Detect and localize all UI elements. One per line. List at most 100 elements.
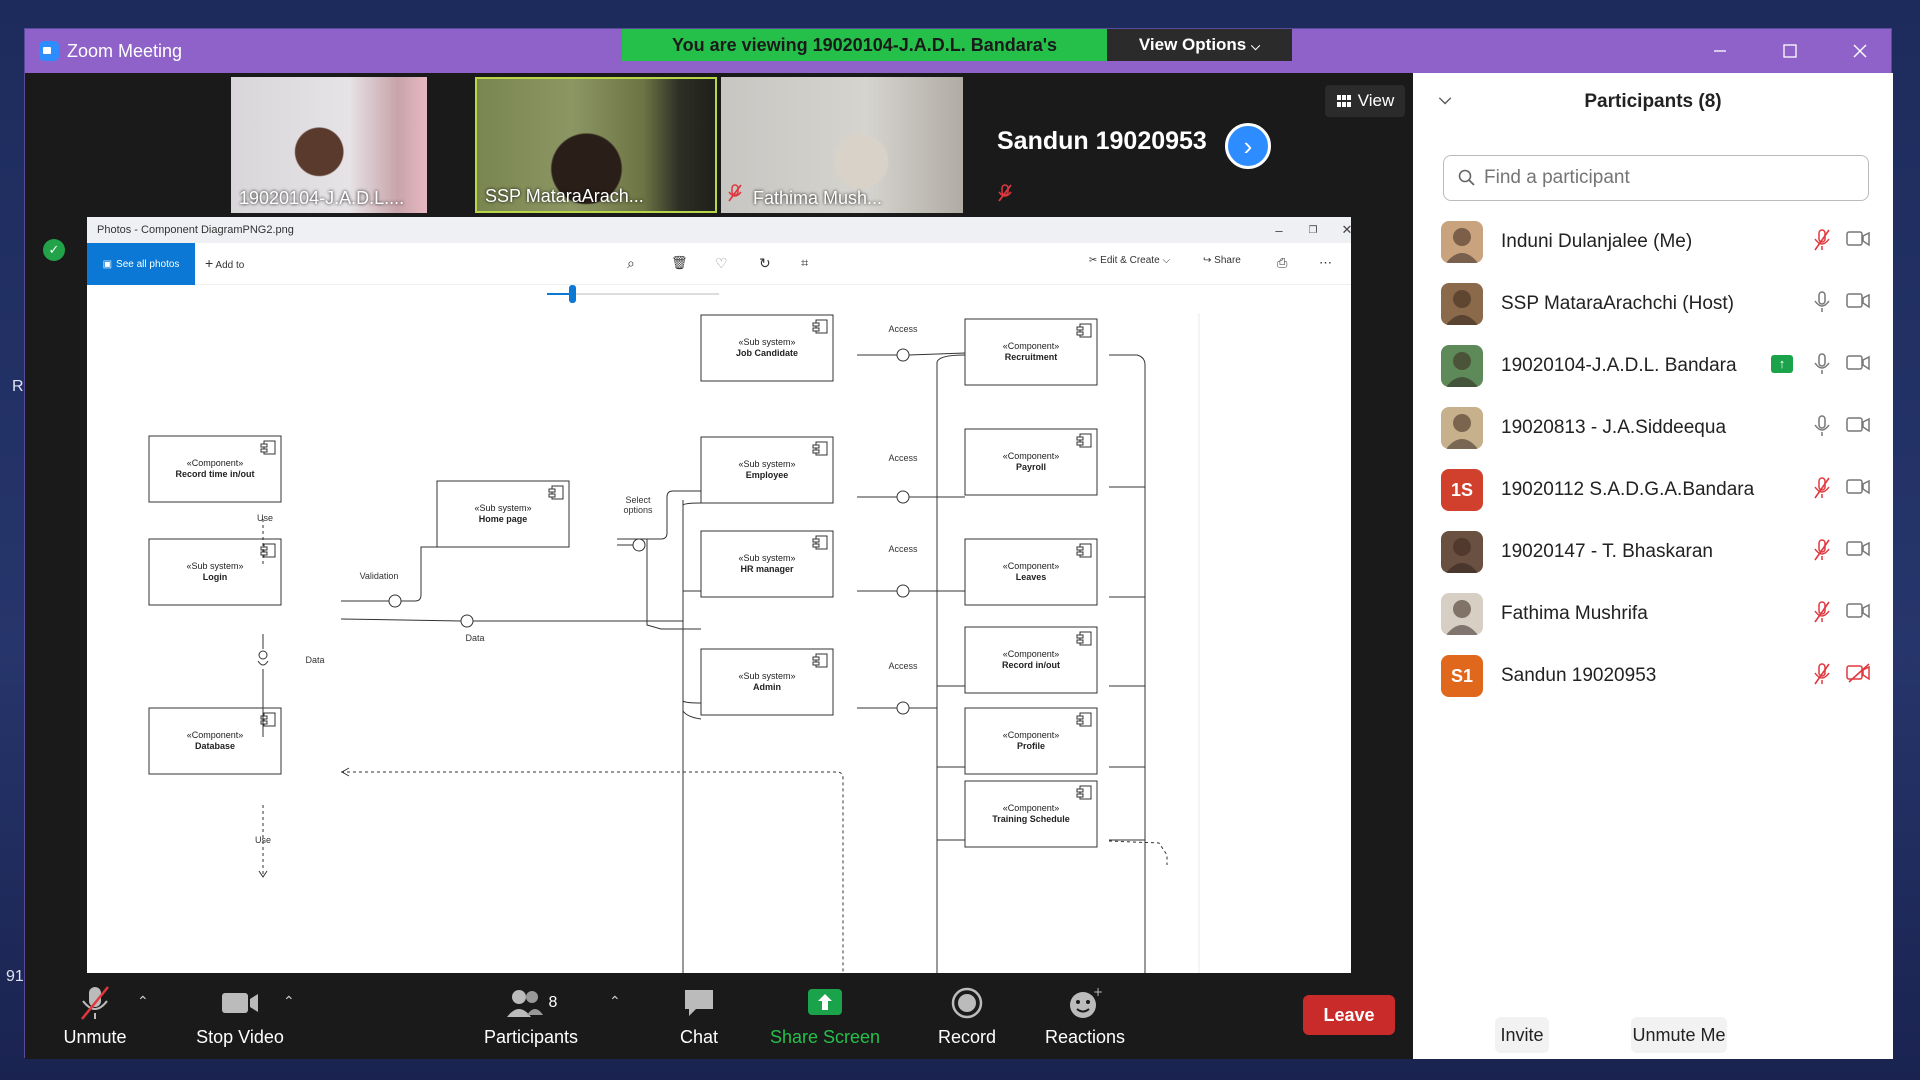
crop-icon[interactable]: ⌗ (801, 255, 808, 271)
diagram-box: «Sub system»Job Candidate (700, 314, 834, 382)
participant-name: 19020813 - J.A.Siddeequa (1501, 417, 1727, 438)
maximize-icon (1783, 44, 1797, 58)
participants-panel: ⌵ Participants (8) Induni Dulanjalee (Me… (1413, 73, 1893, 1059)
more-icon[interactable]: ⋯ (1319, 255, 1332, 271)
photos-window-title: Photos - Component DiagramPNG2.png (97, 224, 294, 236)
close-icon (1853, 44, 1867, 58)
participants-icon (506, 990, 543, 1017)
avatar (1441, 407, 1483, 449)
photos-toolbar: ▣ See all photos + Add to ⌕ 🗑 ♡ ↻ ⌗ ✂ Ed… (87, 243, 1351, 285)
print-icon[interactable]: ⎙ (1277, 255, 1287, 271)
participant-row[interactable]: Induni Dulanjalee (Me) (1413, 211, 1893, 273)
participant-row[interactable]: S1 Sandun 19020953 (1413, 645, 1893, 707)
add-to-button[interactable]: + Add to (205, 255, 244, 271)
photos-titlebar: Photos - Component DiagramPNG2.png – ❐ ✕ (87, 217, 1351, 243)
video-options-caret[interactable]: ⌃ (283, 993, 295, 1010)
photos-close-icon[interactable]: ✕ (1327, 217, 1351, 243)
collapse-panel-icon[interactable]: ⌵ (1439, 91, 1451, 109)
video-thumbnail[interactable]: Fathima Mush... (721, 77, 963, 213)
participants-count: 8 (548, 994, 558, 1011)
chat-button[interactable]: Chat (669, 983, 729, 1048)
box-name: Training Schedule (992, 814, 1070, 824)
photos-icon: ▣ (102, 258, 113, 270)
participant-row[interactable]: 19020104-J.A.D.L. Bandara ↑ (1413, 335, 1893, 397)
invite-button[interactable]: Invite (1495, 1017, 1549, 1053)
diagram-box: «Component»Record in/out (964, 626, 1098, 694)
connector-label: Use (257, 513, 273, 523)
box-name: Home page (479, 514, 528, 524)
encryption-shield-icon[interactable]: ✓ (43, 239, 65, 261)
video-thumbnail[interactable]: 19020104-J.A.D.L.... (231, 77, 427, 213)
delete-icon[interactable]: 🗑 (671, 255, 688, 271)
avatar (1441, 531, 1483, 573)
edit-create-button[interactable]: ✂ Edit & Create ⌵ (1089, 255, 1170, 266)
box-name: Leaves (1016, 572, 1047, 582)
maximize-button[interactable] (1755, 29, 1825, 73)
share-screen-button[interactable]: Share Screen (767, 983, 883, 1048)
diagram-box: «Component»Training Schedule (964, 780, 1098, 848)
box-stereotype: «Sub system» (474, 503, 531, 513)
unmute-me-button[interactable]: Unmute Me (1631, 1017, 1727, 1053)
connector-label: Access (888, 661, 918, 671)
window-title: Zoom Meeting (67, 40, 183, 61)
participant-row[interactable]: 19020147 - T. Bhaskaran (1413, 521, 1893, 583)
mic-muted-icon (1813, 601, 1831, 628)
participant-name: Induni Dulanjalee (Me) (1501, 231, 1693, 252)
favorite-icon[interactable]: ♡ (715, 255, 728, 272)
zoom-window: Zoom Meeting You are viewing 19020104-J.… (24, 28, 1895, 1059)
participants-button[interactable]: 8 Participants (481, 983, 581, 1048)
connector-label: Access (888, 544, 918, 554)
connector-label: Validation (360, 571, 399, 581)
participant-row[interactable]: Fathima Mushrifa (1413, 583, 1893, 645)
share-button[interactable]: ↪ Share (1203, 255, 1241, 266)
avatar (1441, 593, 1483, 635)
box-name: Employee (746, 470, 789, 480)
participant-row[interactable]: 1S 19020112 S.A.D.G.A.Bandara (1413, 459, 1893, 521)
box-stereotype: «Sub system» (738, 337, 795, 347)
video-camera-icon (1845, 291, 1871, 316)
see-all-photos-button[interactable]: ▣ See all photos (87, 243, 195, 285)
minimize-button[interactable] (1685, 29, 1755, 73)
minimize-icon (1714, 50, 1726, 52)
unmute-button[interactable]: Unmute (55, 983, 135, 1048)
rotate-icon[interactable]: ↻ (759, 255, 771, 272)
view-button[interactable]: View (1325, 85, 1405, 117)
video-thumbnail-avatar[interactable]: Sandun 19020953 (967, 77, 1209, 213)
next-page-button[interactable]: › (1225, 123, 1271, 169)
participant-name: Sandun 19020953 (1501, 665, 1657, 686)
audio-options-caret[interactable]: ⌃ (137, 993, 149, 1010)
video-camera-icon (1845, 601, 1871, 626)
avatar (1441, 345, 1483, 387)
thumbnail-name: SSP MataraArach... (485, 186, 644, 206)
search-icon (1458, 169, 1475, 186)
diagram-box: «Component»Payroll (964, 428, 1098, 496)
participant-search-box[interactable] (1443, 155, 1869, 201)
thumbnail-name: 19020104-J.A.D.L.... (239, 188, 405, 208)
view-options-button[interactable]: View Options ⌵ (1107, 29, 1292, 61)
close-button[interactable] (1825, 29, 1895, 73)
participant-row[interactable]: SSP MataraArachchi (Host) (1413, 273, 1893, 335)
participant-row[interactable]: 19020813 - J.A.Siddeequa (1413, 397, 1893, 459)
box-stereotype: «Component» (1003, 451, 1060, 461)
zoom-in-icon[interactable]: ⌕ (627, 255, 635, 272)
mic-icon (1813, 415, 1831, 442)
video-thumbnail-active-speaker[interactable]: SSP MataraArach... (475, 77, 717, 213)
record-button[interactable]: Record (927, 983, 1007, 1048)
box-name: Record in/out (1002, 660, 1060, 670)
reactions-label: Reactions (1044, 1027, 1126, 1047)
participant-search-input[interactable] (1484, 167, 1864, 189)
stop-video-button[interactable]: Stop Video (185, 983, 295, 1048)
box-stereotype: «Component» (1003, 341, 1060, 351)
reactions-button[interactable]: + Reactions (1035, 983, 1135, 1048)
thumbnail-display-name: Sandun 19020953 (997, 127, 1207, 155)
chevron-down-icon: ⌵ (1251, 39, 1261, 53)
connector-label: Data (305, 655, 324, 665)
participants-options-caret[interactable]: ⌃ (609, 993, 621, 1010)
shared-screen: Photos - Component DiagramPNG2.png – ❐ ✕… (87, 217, 1351, 979)
avatar (1441, 221, 1483, 263)
stop-video-label: Stop Video (196, 1027, 284, 1047)
diagram-box: «Component»Leaves (964, 538, 1098, 606)
zoom-slider[interactable] (547, 285, 719, 303)
leave-button[interactable]: Leave (1303, 995, 1395, 1035)
video-camera-icon (1845, 477, 1871, 502)
